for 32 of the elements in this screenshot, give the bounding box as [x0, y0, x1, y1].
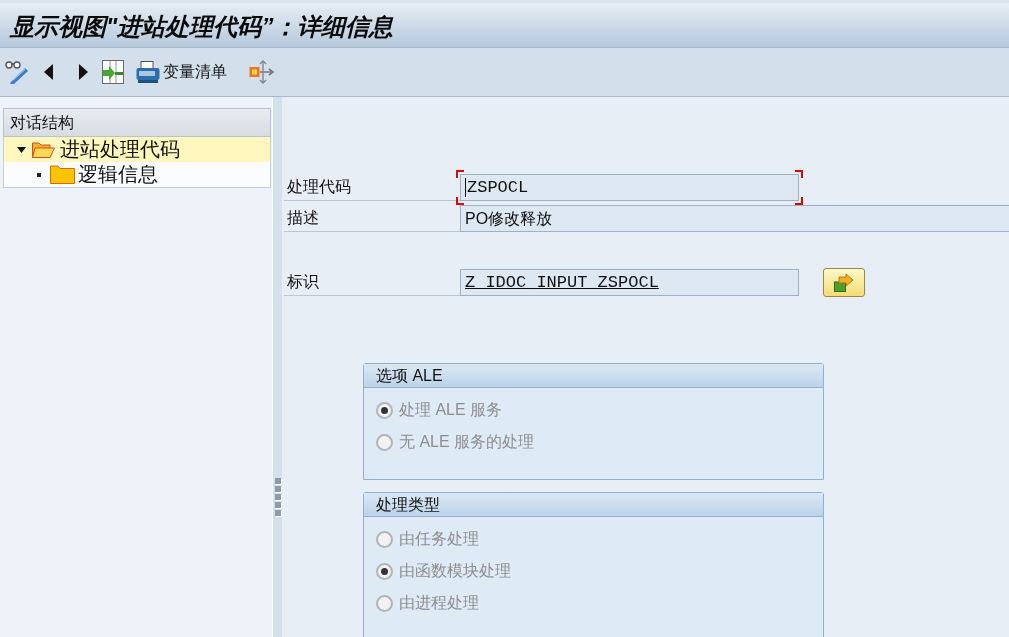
tree-item[interactable]: 进站处理代码 — [4, 137, 270, 162]
window-title: 显示视图"进站处理代码”：详细信息 — [10, 12, 394, 42]
next-button[interactable] — [79, 64, 88, 80]
arrow-square-icon — [834, 273, 854, 292]
input-field[interactable]: ZSPOCL — [460, 174, 799, 201]
open-folder-icon — [32, 141, 55, 158]
radio-label: 由进程处理 — [399, 593, 479, 613]
previous-button[interactable] — [44, 64, 53, 80]
radio-label: 由函数模块处理 — [399, 561, 511, 581]
radio-label: 处理 ALE 服务 — [399, 400, 503, 420]
tree-item[interactable]: 逻辑信息 — [4, 162, 270, 187]
group-title: 处理类型 — [364, 493, 823, 517]
splitter-grip-icon — [275, 478, 282, 517]
export-button[interactable] — [249, 60, 275, 84]
glasses-pencil-icon — [5, 60, 29, 84]
input-field[interactable]: PO修改释放 — [460, 205, 1009, 232]
table-button[interactable] — [102, 60, 124, 84]
left-arrow-icon — [44, 64, 53, 80]
group-title: 选项 ALE — [364, 364, 823, 388]
caret-down-icon[interactable] — [16, 146, 26, 153]
variable-list-button[interactable]: 变量清单 — [136, 60, 227, 84]
radio-label: 无 ALE 服务的处理 — [399, 432, 535, 452]
folder-icon — [50, 165, 75, 184]
right-arrow-icon — [79, 64, 88, 80]
display-change-button[interactable] — [5, 60, 29, 84]
navigate-button[interactable] — [823, 268, 865, 297]
input-field[interactable]: Z_IDOC_INPUT_ZSPOCL — [460, 269, 799, 296]
radio-label: 由任务处理 — [399, 529, 479, 549]
splitter-bar[interactable] — [272, 97, 282, 637]
square-arrows-icon — [249, 60, 275, 84]
printer-icon — [136, 61, 160, 83]
panel-header: 对话结构 — [3, 108, 271, 137]
